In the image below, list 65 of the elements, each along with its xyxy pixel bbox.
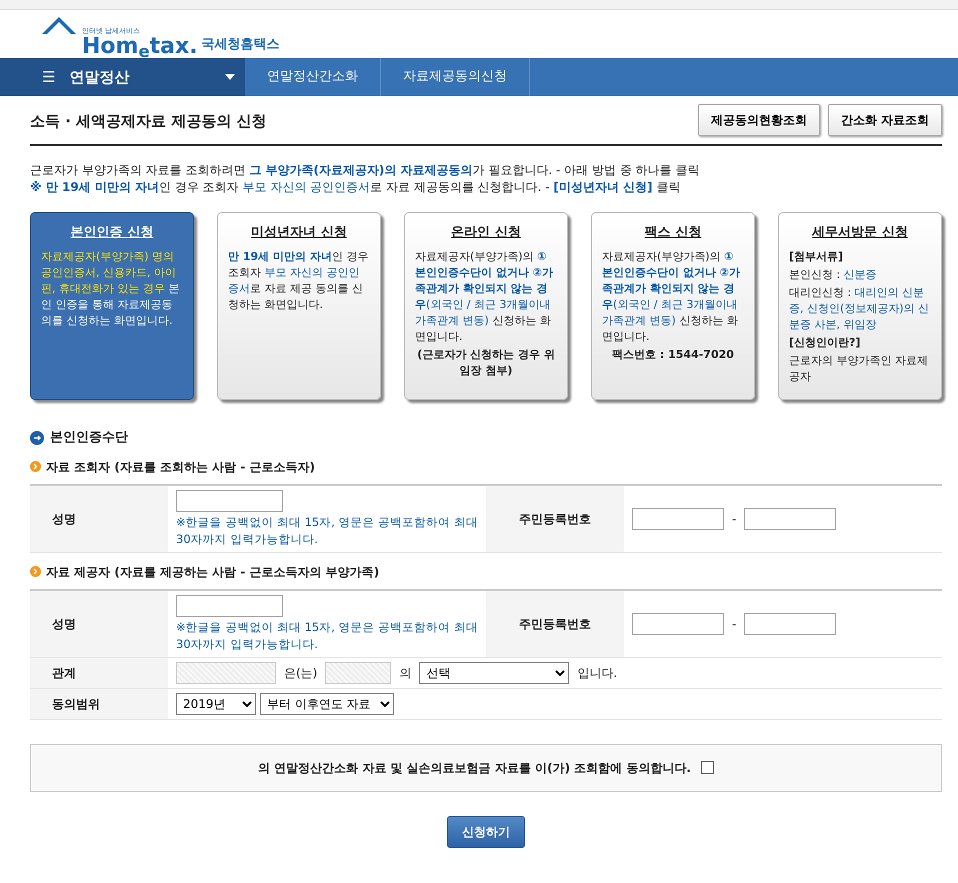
field-text: 입니다.	[577, 664, 618, 682]
name-input[interactable]	[176, 490, 283, 512]
method-card[interactable]: 미성년자녀 신청 만 19세 미만의 자녀 인 경우 조회자 부모 자신의 공인인증서로 자료 제공 동의를 신청하는 화면입니다.	[217, 212, 381, 400]
card-text: 자료제공자(부양가족)의 ①본인인증수단이 없거나 ②가족관계가 확인되지 않는 경우(외국인 / 최근 3개월이내 가족관계 변동) 신청하는 화면입니다.	[415, 248, 554, 345]
bullet-icon	[30, 461, 41, 472]
disabled-field	[325, 662, 392, 684]
card-title: 미성년자녀 신청	[250, 225, 348, 241]
header-button[interactable]: 간소화 자료조회	[828, 104, 942, 136]
id-number-input[interactable]	[744, 508, 836, 530]
page-title: 소득 · 세액공제자료 제공동의 신청	[30, 110, 267, 132]
house-roof-icon	[40, 14, 78, 36]
card-title: 본인인증 신청	[70, 225, 154, 241]
agreement-text: 의 연말정산간소화 자료 및 실손의료보험금 자료를 이(가) 조회함에 동의합니다.	[258, 760, 691, 776]
card-text: 자료제공자(부양가족)의 ①본인인증수단이 없거나 ②가족관계가 확인되지 않는 경우(외국인 / 최근 3개월이내 가족관계 변동) 신청하는 화면입니다.	[602, 248, 741, 345]
card-text: 팩스번호 : 1544-7020	[611, 346, 735, 363]
section-menu[interactable]: ☰ 연말정산	[0, 58, 245, 96]
field-text: 의	[399, 664, 412, 682]
group-heading: 자료 제공자 (자료를 제공하는 사람 - 근로소득자의 부양가족)	[46, 564, 380, 580]
card-text: 자료제공자(부양가족) 명의 공인인증서, 신용카드, 아이핀, 휴대전화가 있는 경우 본인 인증을 통해 자료제공동의를 신청하는 화면입니다.	[41, 248, 180, 329]
arrow-circle-icon	[30, 430, 44, 445]
header-button[interactable]: 제공동의현황조회	[698, 104, 820, 136]
field-label: 주민등록번호	[519, 616, 591, 630]
relation-select[interactable]: 선택	[419, 662, 570, 684]
card-text: 근로자의 부양가족인 자료제공자	[789, 352, 929, 385]
year-select[interactable]: 2019년	[176, 692, 256, 714]
submit-button[interactable]: 신청하기	[447, 816, 525, 848]
field-text: 은(는)	[284, 664, 318, 682]
logo-wordmark: Hom$_{e}$tax.	[82, 36, 198, 58]
card-text: 대리인신청 : 대리인의 신분증, 신청인(정보제공자)의 신분증 사본, 위임장	[789, 284, 930, 333]
card-text: [첨부서류]	[789, 248, 844, 265]
name-input[interactable]	[176, 594, 283, 616]
section-title: 본인인증수단	[50, 429, 128, 447]
bullet-icon	[30, 566, 41, 577]
input-note: ※한글을 공백없이 최대 15자, 영문은 공백포함하여 최대 30자까지 입력가능합니다.	[176, 514, 478, 548]
range-select[interactable]: 부터 이후연도 자료	[260, 692, 394, 714]
card-title: 팩스 신청	[644, 225, 702, 241]
agreement-checkbox[interactable]	[700, 761, 714, 774]
card-text: (근로자가 신청하는 경우 위임장 첨부)	[416, 346, 556, 379]
id-number-input[interactable]	[632, 612, 724, 634]
card-text: [신청인이란?]	[789, 334, 862, 351]
field-label: 동의범위	[52, 696, 100, 710]
separator-text: -	[732, 616, 736, 632]
method-card[interactable]: 온라인 신청 자료제공자(부양가족)의 ①본인인증수단이 없거나 ②가족관계가 확인되지 않는 경우(외국인 / 최근 3개월이내 가족관계 변동) 신청하는 화면입니다. (근로자가 신청하는 경우 위임장 첨부)	[404, 212, 568, 400]
method-card[interactable]: 본인인증 신청 자료제공자(부양가족) 명의 공인인증서, 신용카드, 아이핀, 휴대전화가 있는 경우 본인 인증을 통해 자료제공동의를 신청하는 화면입니다.	[30, 212, 194, 400]
field-label: 성명	[52, 616, 76, 630]
method-card[interactable]: 팩스 신청 자료제공자(부양가족)의 ①본인인증수단이 없거나 ②가족관계가 확인되지 않는 경우(외국인 / 최근 3개월이내 가족관계 변동) 신청하는 화면입니다. 팩스번호 : 1544-7020	[591, 212, 755, 400]
breadcrumb-link[interactable]: 연말정산간소화	[245, 58, 381, 96]
card-text: 만 19세 미만의 자녀 인 경우 조회자 부모 자신의 공인인증서로 자료 제공 동의를 신청하는 화면입니다.	[228, 248, 370, 313]
group-heading: 자료 조회자 (자료를 조회하는 사람 - 근로소득자)	[46, 458, 316, 476]
input-note: ※한글을 공백없이 최대 15자, 영문은 공백포함하여 최대 30자까지 입력가능합니다.	[176, 618, 478, 652]
intro-text: 근로자가 부양가족의 자료를 조회하려면 그 부양가족(자료제공자)의 자료제공동의가 필요합니다. - 아래 방법 중 하나를 클릭	[30, 162, 700, 179]
separator-text: -	[732, 510, 736, 528]
intro-text: ※ 만 19세 미만의 자녀 인 경우 조회자 부모 자신의 공인인증서로 자료 제공동의를 신청합니다. - [미성년자녀 신청] 클릭	[30, 179, 682, 196]
field-label: 관계	[52, 666, 76, 680]
field-label: 성명	[52, 512, 76, 526]
card-title: 온라인 신청	[450, 225, 522, 241]
field-label: 주민등록번호	[519, 512, 591, 526]
card-text: 본인신청 : 신분증	[789, 266, 878, 283]
breadcrumb-link[interactable]: 자료제공동의신청	[381, 58, 530, 96]
id-number-input[interactable]	[744, 612, 836, 634]
method-card[interactable]: 세무서방문 신청 [첨부서류] 본인신청 : 신분증 대리인신청 : 대리인의 신분증, 신청인(정보제공자)의 신분증 사본, 위임장 [신청인이란?] 근로자의 부양가족인 자료제공자	[778, 212, 942, 400]
id-number-input[interactable]	[632, 508, 724, 530]
logo-name: 국세청홈택스	[202, 36, 280, 54]
card-title: 세무서방문 신청	[810, 225, 909, 241]
caret-icon	[225, 74, 235, 80]
